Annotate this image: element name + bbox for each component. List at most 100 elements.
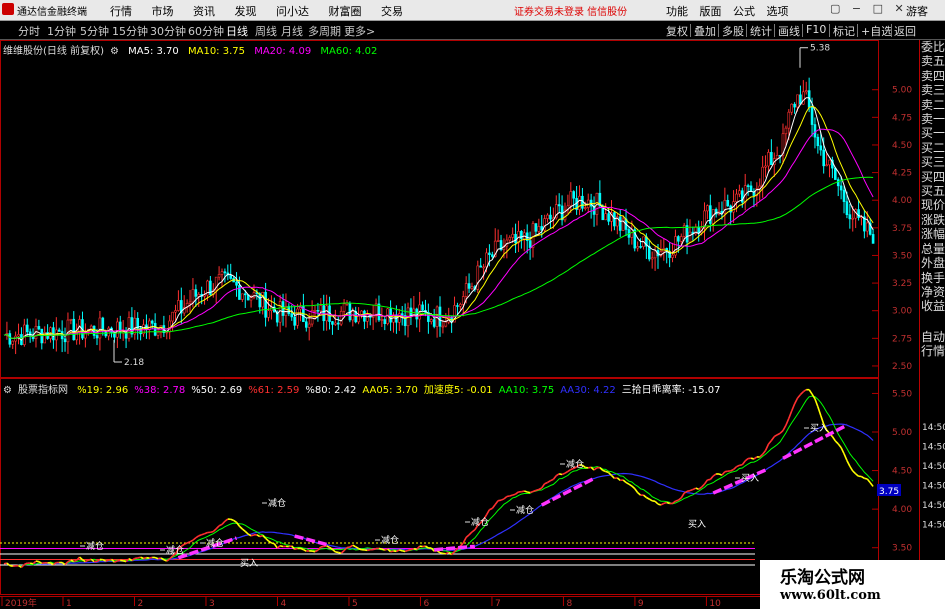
sidebar-item[interactable]: 现价 — [920, 198, 945, 212]
legend-item: %50: 2.69 — [191, 385, 243, 396]
candle-body — [366, 313, 369, 322]
candle-body — [229, 274, 233, 279]
gear-icon[interactable]: ⚙ — [110, 46, 119, 57]
aa30-line — [3, 423, 874, 567]
candle-body — [57, 329, 61, 332]
sidebar-item[interactable]: 外盘 — [920, 256, 945, 270]
aa05-line — [218, 523, 223, 527]
sidebar-item[interactable]: 买五 — [920, 184, 945, 198]
sidebar-item[interactable]: 买四 — [920, 170, 945, 184]
candle-body — [467, 283, 471, 289]
candle-body — [72, 318, 76, 341]
candle-body — [706, 205, 709, 212]
aa05-line — [381, 548, 386, 551]
candle-body — [770, 152, 773, 165]
month-label: 7 — [495, 599, 501, 609]
aa05-line — [149, 556, 153, 559]
candle-body — [464, 283, 468, 297]
aa05-line — [494, 500, 499, 506]
annotation-label: 买入 — [688, 519, 706, 530]
candle-body — [479, 265, 482, 268]
aa05-line — [703, 479, 709, 485]
aa05-line — [195, 535, 200, 539]
aa05-line — [776, 432, 781, 436]
aa05-line — [602, 469, 606, 473]
aa05-line — [404, 549, 409, 553]
candle-body — [534, 223, 538, 232]
trend-segment — [540, 476, 595, 507]
aa05-line — [782, 424, 787, 431]
sidebar-item[interactable]: 卖五 — [920, 54, 945, 68]
aa05-line — [663, 501, 667, 505]
sidebar-item[interactable]: 收益 — [920, 299, 945, 313]
candle-body — [37, 326, 41, 330]
candle-body — [28, 331, 32, 337]
aa05-line — [648, 498, 653, 502]
sidebar-item[interactable]: 卖二 — [920, 98, 945, 112]
candle-body — [650, 257, 654, 260]
aa05-line — [558, 473, 563, 476]
candle-body — [871, 234, 875, 244]
sidebar-item[interactable]: 卖一 — [920, 112, 945, 126]
aa05-line — [550, 478, 554, 482]
aa05-line — [41, 562, 45, 565]
candle-body — [339, 310, 343, 325]
aa05-line — [709, 475, 714, 480]
aa05-line — [192, 537, 197, 541]
candle-body — [842, 189, 846, 202]
main-legend: 维维股份(日线 前复权) ⚙ MA5: 3.70 MA10: 3.75 MA20:… — [3, 42, 383, 57]
sidebar-item[interactable]: 总量 — [920, 242, 945, 256]
aa05-line — [509, 494, 513, 497]
sidebar-item[interactable]: 卖三 — [920, 83, 945, 97]
sidebar-item[interactable]: 涨跌 — [920, 213, 945, 227]
candle-body — [810, 106, 814, 125]
sidebar-item[interactable]: 买二 — [920, 141, 945, 155]
aa05-line — [837, 443, 842, 449]
aa05-line — [407, 548, 412, 552]
aa05-line — [767, 440, 772, 445]
low-label: 2.18 — [124, 358, 144, 368]
aa05-line — [378, 547, 383, 550]
sidebar-item[interactable]: 换手 — [920, 271, 945, 285]
sidebar-item[interactable]: 自动 — [920, 330, 945, 344]
aa05-line — [134, 557, 138, 560]
aa05-line — [561, 472, 566, 476]
candle-body — [857, 209, 860, 218]
sidebar-item[interactable]: 买三 — [920, 155, 945, 169]
candle-body — [249, 297, 253, 301]
aa05-line — [866, 478, 871, 484]
aa05-line — [852, 470, 857, 475]
candle-body — [813, 124, 817, 138]
aa05-line — [399, 549, 403, 552]
candle-body — [761, 166, 764, 187]
aa05-line — [500, 498, 505, 501]
month-label: 4 — [280, 599, 286, 609]
gear-icon[interactable]: ⚙ — [3, 385, 12, 396]
sidebar-item[interactable]: 净资 — [920, 285, 945, 299]
aa05-line — [724, 470, 728, 473]
candle-body — [767, 152, 770, 167]
candle-body — [197, 293, 201, 297]
sidebar-item[interactable]: 卖四 — [920, 69, 945, 83]
sidebar-item[interactable]: 委比 — [920, 40, 945, 54]
watermark: 乐淘公式网 www.60lt.com — [760, 560, 945, 609]
indicator-tick-label: 4.50 — [892, 467, 912, 477]
month-label: 2 — [137, 599, 143, 609]
candle-body — [537, 226, 541, 232]
aa05-line — [779, 430, 784, 434]
candle-body — [252, 292, 256, 298]
aa05-line — [143, 556, 147, 560]
kline-chart[interactable]: 5.00 4.75 4.50 4.25 4.00 3.75 3.50 3.25 3.00 2.75… — [0, 0, 945, 609]
aa05-line — [137, 556, 141, 559]
sidebar-item[interactable]: 买一 — [920, 126, 945, 140]
aa05-line — [189, 539, 194, 543]
candle-body — [828, 159, 831, 166]
legend-ma60: MA60: 4.02 — [320, 46, 378, 57]
sidebar-item[interactable]: 涨幅 — [920, 227, 945, 241]
candle-body — [456, 305, 459, 307]
candle-body — [784, 127, 788, 135]
candle-body — [177, 300, 180, 311]
aa05-line — [762, 449, 767, 455]
sidebar-item[interactable]: 行情 — [920, 344, 945, 358]
month-label: 6 — [423, 599, 429, 609]
